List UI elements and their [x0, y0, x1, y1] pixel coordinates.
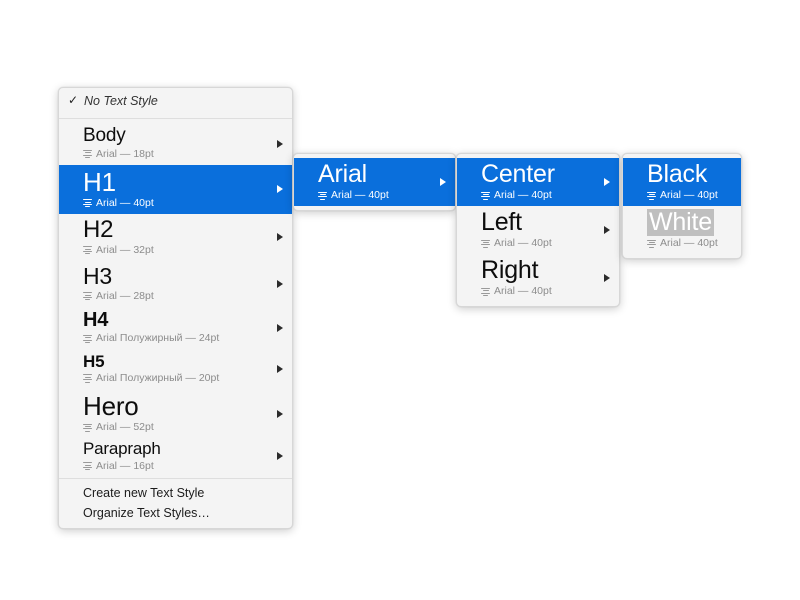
- menu-item-title: H2: [83, 215, 114, 243]
- menu-item-subtitle-text: Arial — 40pt: [494, 285, 552, 298]
- chevron-right-icon: [277, 139, 283, 148]
- menu-item-subtitle-text: Arial — 40pt: [660, 237, 718, 250]
- chevron-right-icon: [277, 409, 283, 418]
- chevron-right-icon: [604, 274, 610, 283]
- menu-item-subtitle: Arial — 40pt: [481, 237, 595, 250]
- menu-item-parapraph[interactable]: Parapraph Arial — 16pt: [59, 438, 292, 474]
- menu-item-title: Black: [647, 160, 708, 188]
- align-icon: [647, 191, 656, 200]
- menu-item-subtitle-text: Arial — 18pt: [96, 147, 154, 160]
- align-icon: [83, 374, 92, 383]
- menu-item-title: H5: [83, 351, 105, 371]
- menu-item-subtitle: Arial — 32pt: [83, 244, 268, 257]
- menu-item-title: Left: [481, 208, 522, 237]
- color-submenu: Black Arial — 40pt White Arial — 40pt: [622, 153, 742, 260]
- menu-item-subtitle-text: Arial — 40pt: [660, 189, 718, 201]
- menu-item-title: Right: [481, 256, 539, 285]
- align-icon: [83, 334, 92, 344]
- menu-item-title: H3: [83, 262, 113, 289]
- align-icon: [83, 246, 92, 255]
- menu-divider-top: [59, 118, 292, 119]
- chevron-right-icon: [277, 233, 283, 242]
- menu-item-h5[interactable]: H5 Arial Полужирный — 20pt: [59, 350, 292, 389]
- align-icon: [481, 191, 490, 200]
- menu-item-left[interactable]: Left Arial — 40pt: [457, 206, 619, 254]
- menu-header-label: No Text Style: [84, 94, 158, 108]
- chevron-right-icon: [277, 324, 283, 333]
- menu-item-subtitle: Arial — 40pt: [83, 197, 268, 210]
- menu-item-subtitle: Arial Полужирный — 20pt: [83, 372, 268, 385]
- menu-item-subtitle-text: Arial — 40pt: [96, 196, 154, 209]
- menu-item-subtitle-text: Arial Полужирный — 24pt: [96, 332, 220, 345]
- menu-item-subtitle-text: Arial — 16pt: [96, 459, 154, 472]
- menu-item-title: Hero: [83, 391, 139, 422]
- align-icon: [83, 423, 92, 432]
- menu-item-subtitle: Arial Полужирный — 24pt: [83, 332, 268, 345]
- menu-divider-bottom: [59, 477, 292, 479]
- menu-item-subtitle: Arial — 40pt: [647, 237, 718, 250]
- menu-item-subtitle-text: Arial Полужирный — 20pt: [96, 371, 220, 384]
- menu-item-title: Body: [83, 125, 126, 146]
- menu-item-h2[interactable]: H2 Arial — 32pt: [59, 214, 292, 261]
- menu-item-subtitle-text: Arial — 52pt: [96, 421, 154, 434]
- chevron-right-icon: [604, 226, 610, 235]
- menu-item-black[interactable]: Black Arial — 40pt: [623, 158, 741, 207]
- menu-item-title: White: [647, 208, 714, 237]
- chevron-right-icon: [604, 178, 610, 187]
- align-icon: [481, 287, 490, 296]
- menu-item-subtitle: Arial — 40pt: [481, 189, 595, 202]
- menu-item-subtitle-text: Arial — 32pt: [96, 243, 154, 256]
- chevron-right-icon: [440, 178, 446, 187]
- menu-item-arial[interactable]: Arial Arial — 40pt: [294, 158, 455, 207]
- check-icon: ✓: [68, 93, 79, 107]
- menu-item-subtitle-text: Arial — 40pt: [331, 189, 389, 201]
- menu-item-h4[interactable]: H4 Arial Полужирный — 24pt: [59, 307, 292, 350]
- menu-item-white[interactable]: White Arial — 40pt: [623, 206, 741, 254]
- align-icon: [647, 239, 656, 248]
- menu-item-subtitle-text: Arial — 40pt: [494, 189, 552, 201]
- menu-header-no-text-style[interactable]: ✓ No Text Style: [59, 92, 292, 115]
- chevron-right-icon: [277, 452, 283, 461]
- menu-item-title: Parapraph: [83, 439, 161, 459]
- menu-item-subtitle: Arial — 40pt: [481, 285, 595, 298]
- text-styles-menu: ✓ No Text Style Body Arial — 18pt H1 Ari…: [58, 87, 293, 530]
- alignment-submenu: Center Arial — 40pt Left Arial — 40pt Ri…: [456, 153, 620, 308]
- align-icon: [83, 199, 92, 208]
- menu-item-right[interactable]: Right Arial — 40pt: [457, 254, 619, 302]
- align-icon: [83, 292, 92, 301]
- menu-item-title: H4: [83, 308, 109, 331]
- align-icon: [318, 191, 327, 200]
- menu-item-subtitle: Arial — 52pt: [83, 421, 268, 434]
- menu-item-subtitle: Arial — 40pt: [647, 189, 718, 202]
- menu-item-subtitle: Arial — 16pt: [83, 460, 268, 473]
- menu-item-create-new-text-style[interactable]: Create new Text Style: [59, 483, 292, 504]
- font-submenu: Arial Arial — 40pt: [293, 153, 456, 212]
- align-icon: [481, 239, 490, 248]
- menu-item-title: H1: [83, 166, 116, 197]
- menu-item-h3[interactable]: H3 Arial — 28pt: [59, 261, 292, 307]
- align-icon: [83, 150, 92, 159]
- menu-item-title: Center: [481, 160, 555, 188]
- menu-item-subtitle: Arial — 28pt: [83, 290, 268, 303]
- chevron-right-icon: [277, 279, 283, 288]
- menu-item-organize-text-styles[interactable]: Organize Text Styles…: [59, 503, 292, 524]
- menu-item-hero[interactable]: Hero Arial — 52pt: [59, 389, 292, 438]
- chevron-right-icon: [277, 365, 283, 374]
- menu-item-title: Arial: [318, 160, 368, 188]
- chevron-right-icon: [277, 185, 283, 194]
- menu-item-subtitle: Arial — 40pt: [318, 189, 431, 202]
- menu-item-subtitle-text: Arial — 28pt: [96, 289, 154, 302]
- menu-item-body[interactable]: Body Arial — 18pt: [59, 123, 292, 165]
- menu-item-subtitle-text: Arial — 40pt: [494, 237, 552, 250]
- menu-item-center[interactable]: Center Arial — 40pt: [457, 158, 619, 207]
- align-icon: [83, 462, 92, 471]
- menu-item-subtitle: Arial — 18pt: [83, 148, 268, 161]
- menu-item-title-wrapper: White: [647, 208, 717, 237]
- menu-item-h1[interactable]: H1 Arial — 40pt: [59, 164, 292, 214]
